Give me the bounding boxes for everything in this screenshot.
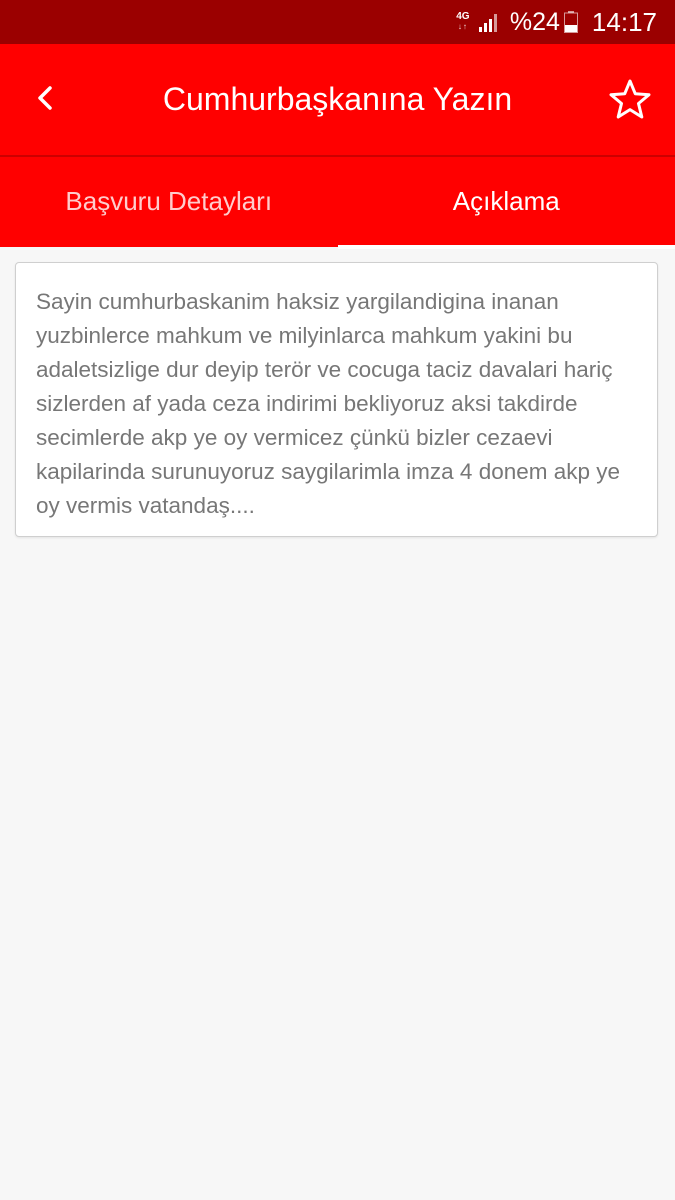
description-card: Sayin cumhurbaskanim haksiz yargilandigi… bbox=[15, 262, 658, 537]
status-indicators: 4G ↓↑ %24 14:17 bbox=[454, 0, 657, 44]
tab-bar: Başvuru Detayları Açıklama bbox=[0, 157, 675, 249]
network-type-label: 4G bbox=[456, 11, 470, 22]
description-text: Sayin cumhurbaskanim haksiz yargilandigi… bbox=[36, 289, 621, 518]
battery-icon bbox=[563, 11, 578, 33]
clock: 14:17 bbox=[591, 6, 657, 37]
tab-aciklama[interactable]: Açıklama bbox=[337, 157, 675, 249]
favorite-button[interactable] bbox=[605, 74, 655, 124]
star-icon bbox=[609, 79, 651, 119]
page-title: Cumhurbaşkanına Yazın bbox=[162, 81, 513, 117]
signal-icon bbox=[478, 14, 497, 32]
network-type: 4G ↓↑ bbox=[454, 12, 472, 32]
battery-percentage: %24 bbox=[509, 7, 560, 36]
tab-basvuru-detaylari[interactable]: Başvuru Detayları bbox=[0, 157, 338, 245]
app-bar: Cumhurbaşkanına Yazın bbox=[0, 44, 675, 156]
status-bar: 4G ↓↑ %24 14:17 bbox=[0, 0, 675, 44]
network-arrows: ↓↑ bbox=[457, 22, 468, 31]
